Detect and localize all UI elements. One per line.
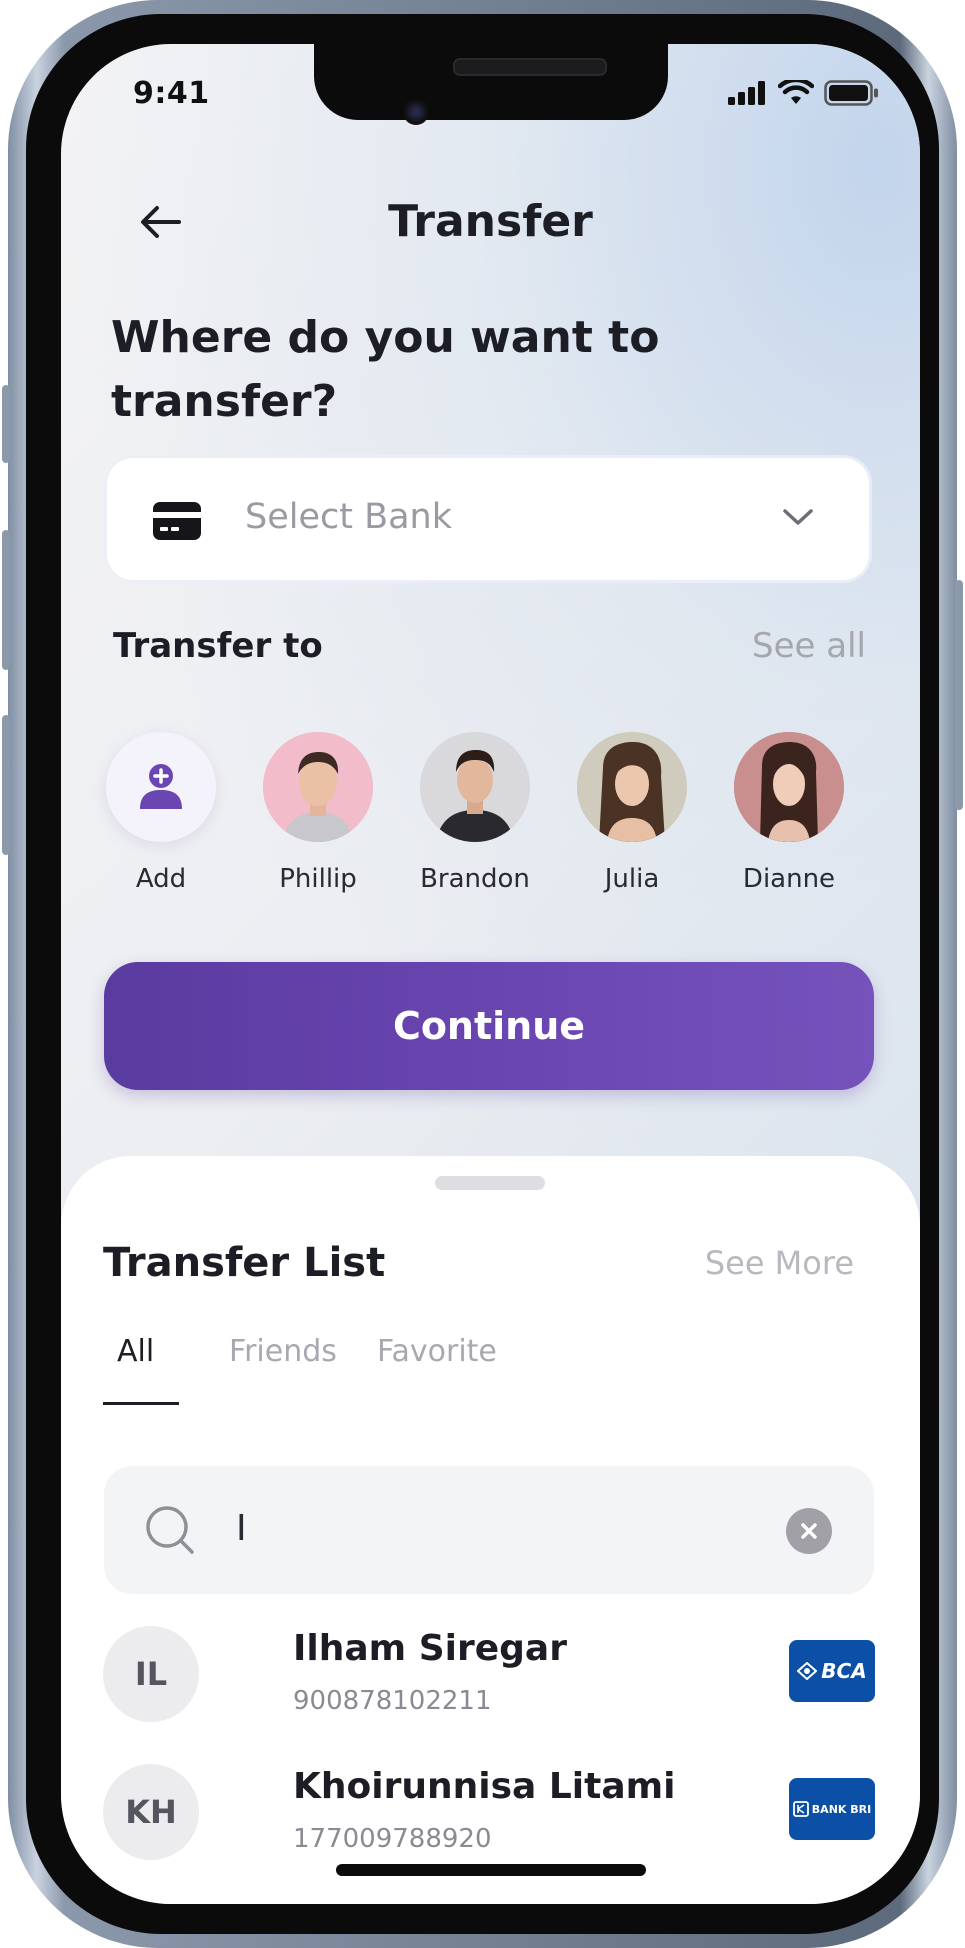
notch bbox=[314, 44, 668, 120]
account-number: 900878102211 bbox=[293, 1686, 492, 1716]
phone-frame: 9:41 Transfer Where do you want to trans… bbox=[2, 0, 963, 1948]
contact-julia[interactable]: Julia bbox=[562, 732, 702, 894]
silent-switch bbox=[2, 385, 10, 463]
status-time: 9:41 bbox=[133, 76, 210, 111]
recipient-name: Khoirunnisa Litami bbox=[293, 1766, 676, 1807]
recipient-name: Ilham Siregar bbox=[293, 1628, 567, 1669]
clear-search-button[interactable] bbox=[786, 1508, 832, 1554]
avatar-photo bbox=[577, 732, 687, 842]
page-title: Transfer bbox=[388, 196, 593, 247]
screen: 9:41 Transfer Where do you want to trans… bbox=[61, 44, 920, 1904]
see-all-link[interactable]: See all bbox=[752, 626, 866, 666]
battery-icon bbox=[824, 80, 878, 106]
transfer-to-label: Transfer to bbox=[113, 626, 323, 666]
bri-mark-icon bbox=[792, 1801, 809, 1817]
add-contact-button[interactable]: Add bbox=[91, 732, 231, 894]
bca-logo: BCA bbox=[789, 1640, 875, 1702]
account-number: 177009788920 bbox=[293, 1824, 492, 1854]
bank-name: BCA bbox=[821, 1659, 867, 1683]
contact-name: Julia bbox=[604, 864, 660, 894]
contact-phillip[interactable]: Phillip bbox=[248, 732, 388, 894]
card-icon bbox=[153, 502, 201, 540]
sheet-drag-handle[interactable] bbox=[435, 1176, 545, 1190]
list-item[interactable]: KH Khoirunnisa Litami 177009788920 BANK … bbox=[103, 1764, 875, 1864]
contacts-row: Add Phillip Brandon Julia Dianne bbox=[106, 732, 873, 894]
wifi-icon bbox=[778, 80, 814, 104]
bank-name: BANK BRI bbox=[811, 1802, 872, 1816]
tab-all[interactable]: All bbox=[117, 1334, 154, 1369]
tab-friends[interactable]: Friends bbox=[229, 1334, 337, 1369]
status-icons bbox=[728, 80, 880, 106]
front-camera bbox=[403, 99, 429, 125]
bca-mark-icon bbox=[797, 1662, 818, 1680]
transfer-list-sheet: Transfer List See More All Friends Favor… bbox=[61, 1156, 920, 1904]
avatar bbox=[577, 732, 687, 842]
close-icon bbox=[801, 1523, 817, 1539]
add-user-icon bbox=[140, 764, 182, 809]
home-indicator[interactable] bbox=[336, 1864, 646, 1876]
list-item[interactable]: IL Ilham Siregar 900878102211 BCA bbox=[103, 1626, 875, 1726]
contact-name: Dianne bbox=[742, 864, 836, 894]
search-value: I bbox=[236, 1508, 247, 1549]
tab-favorite[interactable]: Favorite bbox=[377, 1334, 497, 1369]
add-contact-circle bbox=[106, 732, 216, 842]
avatar bbox=[734, 732, 844, 842]
transfer-question: Where do you want to transfer? bbox=[111, 312, 660, 427]
volume-up-button bbox=[2, 530, 10, 670]
bri-logo: BANK BRI bbox=[789, 1778, 875, 1840]
power-button bbox=[955, 580, 963, 810]
transfer-list-title: Transfer List bbox=[103, 1240, 386, 1286]
see-more-link[interactable]: See More bbox=[705, 1244, 854, 1282]
avatar-photo bbox=[420, 732, 530, 842]
avatar bbox=[420, 732, 530, 842]
contact-dianne[interactable]: Dianne bbox=[719, 732, 859, 894]
avatar bbox=[263, 732, 373, 842]
continue-button[interactable]: Continue bbox=[104, 962, 874, 1090]
bank-select-placeholder: Select Bank bbox=[245, 497, 453, 537]
speaker-grille bbox=[453, 58, 607, 76]
contact-name: Brandon bbox=[420, 864, 530, 894]
avatar-photo bbox=[734, 732, 844, 842]
avatar-photo bbox=[263, 732, 373, 842]
contact-name: Add bbox=[135, 864, 187, 894]
signal-icon bbox=[728, 81, 765, 105]
bank-select-dropdown[interactable]: Select Bank bbox=[107, 458, 869, 580]
volume-down-button bbox=[2, 715, 10, 855]
active-tab-indicator bbox=[103, 1402, 179, 1405]
contact-name: Phillip bbox=[279, 864, 357, 894]
search-icon bbox=[146, 1506, 194, 1554]
search-input[interactable]: I bbox=[104, 1466, 874, 1594]
chevron-down-icon bbox=[783, 509, 813, 525]
avatar: KH bbox=[103, 1764, 199, 1860]
avatar: IL bbox=[103, 1626, 199, 1722]
contact-brandon[interactable]: Brandon bbox=[405, 732, 545, 894]
